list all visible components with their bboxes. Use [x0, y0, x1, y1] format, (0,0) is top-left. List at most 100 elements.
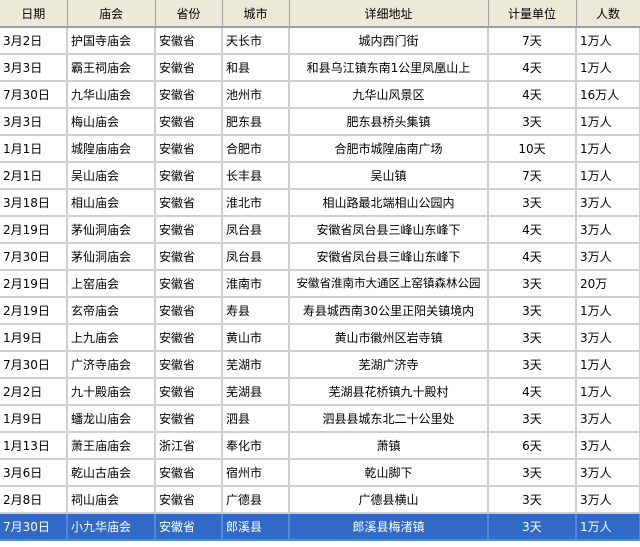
cell-address[interactable]: 安徽省凤台县三峰山东峰下 — [289, 243, 489, 271]
cell-fair[interactable]: 萧王庙庙会 — [67, 432, 156, 460]
cell-fair[interactable]: 梅山庙会 — [67, 108, 156, 136]
cell-city[interactable]: 肥东县 — [222, 108, 290, 136]
cell-fair[interactable]: 霸王祠庙会 — [67, 54, 156, 82]
table-row[interactable]: 1月9日 上九庙会 安徽省 黄山市 黄山市徽州区岩寺镇 3天 3万人 — [0, 324, 640, 352]
cell-date[interactable]: 1月9日 — [0, 405, 68, 433]
cell-fair[interactable]: 上九庙会 — [67, 324, 156, 352]
cell-address[interactable]: 寿县城西南30公里正阳关镇境内 — [289, 297, 489, 325]
table-row[interactable]: 7月30日 小九华庙会 安徽省 郎溪县 郎溪县梅渚镇 3天 1万人 — [0, 513, 640, 541]
cell-address[interactable]: 芜湖广济寺 — [289, 351, 489, 379]
cell-duration[interactable]: 3天 — [488, 459, 577, 487]
cell-people[interactable]: 1万人 — [576, 162, 640, 190]
cell-duration[interactable]: 3天 — [488, 108, 577, 136]
cell-date[interactable]: 3月3日 — [0, 108, 68, 136]
cell-province[interactable]: 安徽省 — [155, 243, 223, 271]
cell-fair[interactable]: 九华山庙会 — [67, 81, 156, 109]
cell-date[interactable]: 2月1日 — [0, 162, 68, 190]
table-row[interactable]: 7月30日 九华山庙会 安徽省 池州市 九华山风景区 4天 16万人 — [0, 81, 640, 109]
cell-duration[interactable]: 7天 — [488, 27, 577, 55]
table-row[interactable]: 2月1日 吴山庙会 安徽省 长丰县 吴山镇 7天 1万人 — [0, 162, 640, 190]
cell-duration[interactable]: 4天 — [488, 54, 577, 82]
cell-province[interactable]: 安徽省 — [155, 189, 223, 217]
cell-city[interactable]: 宿州市 — [222, 459, 290, 487]
cell-date[interactable]: 7月30日 — [0, 351, 68, 379]
cell-city[interactable]: 凤台县 — [222, 216, 290, 244]
cell-address[interactable]: 吴山镇 — [289, 162, 489, 190]
cell-people[interactable]: 1万人 — [576, 27, 640, 55]
cell-address[interactable]: 芜湖县花桥镇九十殿村 — [289, 378, 489, 406]
cell-people[interactable]: 3万人 — [576, 459, 640, 487]
cell-fair[interactable]: 吴山庙会 — [67, 162, 156, 190]
cell-date[interactable]: 2月19日 — [0, 216, 68, 244]
column-header-date[interactable]: 日期 — [0, 0, 68, 28]
table-row[interactable]: 2月2日 九十殿庙会 安徽省 芜湖县 芜湖县花桥镇九十殿村 4天 1万人 — [0, 378, 640, 406]
cell-province[interactable]: 安徽省 — [155, 135, 223, 163]
cell-city[interactable]: 广德县 — [222, 486, 290, 514]
cell-duration[interactable]: 3天 — [488, 189, 577, 217]
cell-fair[interactable]: 相山庙会 — [67, 189, 156, 217]
cell-province[interactable]: 安徽省 — [155, 351, 223, 379]
table-row[interactable]: 2月19日 茅仙洞庙会 安徽省 凤台县 安徽省凤台县三峰山东峰下 4天 3万人 — [0, 216, 640, 244]
cell-people[interactable]: 20万 — [576, 270, 640, 298]
table-row[interactable]: 1月1日 城隍庙庙会 安徽省 合肥市 合肥市城隍庙南广场 10天 1万人 — [0, 135, 640, 163]
cell-people[interactable]: 3万人 — [576, 189, 640, 217]
cell-people[interactable]: 1万人 — [576, 513, 640, 541]
cell-people[interactable]: 3万人 — [576, 432, 640, 460]
cell-city[interactable]: 寿县 — [222, 297, 290, 325]
cell-city[interactable]: 郎溪县 — [222, 513, 290, 541]
table-row[interactable]: 3月3日 霸王祠庙会 安徽省 和县 和县乌江镇东南1公里凤凰山上 4天 1万人 — [0, 54, 640, 82]
cell-address[interactable]: 黄山市徽州区岩寺镇 — [289, 324, 489, 352]
cell-duration[interactable]: 4天 — [488, 216, 577, 244]
cell-city[interactable]: 泗县 — [222, 405, 290, 433]
cell-address[interactable]: 九华山风景区 — [289, 81, 489, 109]
cell-people[interactable]: 3万人 — [576, 243, 640, 271]
cell-fair[interactable]: 小九华庙会 — [67, 513, 156, 541]
table-row[interactable]: 2月19日 上窑庙会 安徽省 淮南市 安徽省淮南市大通区上窑镇森林公园 3天 20万 — [0, 270, 640, 298]
cell-address[interactable]: 合肥市城隍庙南广场 — [289, 135, 489, 163]
cell-city[interactable]: 黄山市 — [222, 324, 290, 352]
cell-province[interactable]: 安徽省 — [155, 486, 223, 514]
table-row[interactable]: 3月18日 相山庙会 安徽省 淮北市 相山路最北端相山公园内 3天 3万人 — [0, 189, 640, 217]
cell-fair[interactable]: 城隍庙庙会 — [67, 135, 156, 163]
cell-people[interactable]: 1万人 — [576, 351, 640, 379]
cell-people[interactable]: 1万人 — [576, 378, 640, 406]
cell-date[interactable]: 2月19日 — [0, 297, 68, 325]
cell-date[interactable]: 2月19日 — [0, 270, 68, 298]
cell-fair[interactable]: 茅仙洞庙会 — [67, 216, 156, 244]
cell-duration[interactable]: 7天 — [488, 162, 577, 190]
cell-city[interactable]: 奉化市 — [222, 432, 290, 460]
cell-province[interactable]: 安徽省 — [155, 378, 223, 406]
table-row[interactable]: 3月3日 梅山庙会 安徽省 肥东县 肥东县桥头集镇 3天 1万人 — [0, 108, 640, 136]
cell-duration[interactable]: 3天 — [488, 297, 577, 325]
cell-address[interactable]: 和县乌江镇东南1公里凤凰山上 — [289, 54, 489, 82]
cell-address[interactable]: 乾山脚下 — [289, 459, 489, 487]
table-row[interactable]: 1月9日 蟠龙山庙会 安徽省 泗县 泗县县城东北二十公里处 3天 3万人 — [0, 405, 640, 433]
table-row[interactable]: 1月13日 萧王庙庙会 浙江省 奉化市 萧镇 6天 3万人 — [0, 432, 640, 460]
cell-address[interactable]: 肥东县桥头集镇 — [289, 108, 489, 136]
cell-duration[interactable]: 3天 — [488, 324, 577, 352]
cell-city[interactable]: 池州市 — [222, 81, 290, 109]
cell-date[interactable]: 1月13日 — [0, 432, 68, 460]
cell-address[interactable]: 泗县县城东北二十公里处 — [289, 405, 489, 433]
cell-address[interactable]: 安徽省淮南市大通区上窑镇森林公园 — [289, 270, 489, 298]
cell-date[interactable]: 2月8日 — [0, 486, 68, 514]
cell-province[interactable]: 浙江省 — [155, 432, 223, 460]
cell-duration[interactable]: 6天 — [488, 432, 577, 460]
cell-people[interactable]: 1万人 — [576, 135, 640, 163]
cell-province[interactable]: 安徽省 — [155, 513, 223, 541]
table-row[interactable]: 7月30日 广济寺庙会 安徽省 芜湖市 芜湖广济寺 3天 1万人 — [0, 351, 640, 379]
cell-province[interactable]: 安徽省 — [155, 216, 223, 244]
cell-province[interactable]: 安徽省 — [155, 27, 223, 55]
cell-duration[interactable]: 3天 — [488, 486, 577, 514]
cell-address[interactable]: 萧镇 — [289, 432, 489, 460]
cell-city[interactable]: 凤台县 — [222, 243, 290, 271]
cell-duration[interactable]: 3天 — [488, 513, 577, 541]
cell-people[interactable]: 1万人 — [576, 54, 640, 82]
table-row[interactable]: 3月6日 乾山古庙会 安徽省 宿州市 乾山脚下 3天 3万人 — [0, 459, 640, 487]
cell-people[interactable]: 1万人 — [576, 108, 640, 136]
cell-province[interactable]: 安徽省 — [155, 405, 223, 433]
cell-address[interactable]: 安徽省凤台县三峰山东峰下 — [289, 216, 489, 244]
column-header-address[interactable]: 详细地址 — [289, 0, 489, 28]
cell-fair[interactable]: 蟠龙山庙会 — [67, 405, 156, 433]
cell-city[interactable]: 芜湖县 — [222, 378, 290, 406]
